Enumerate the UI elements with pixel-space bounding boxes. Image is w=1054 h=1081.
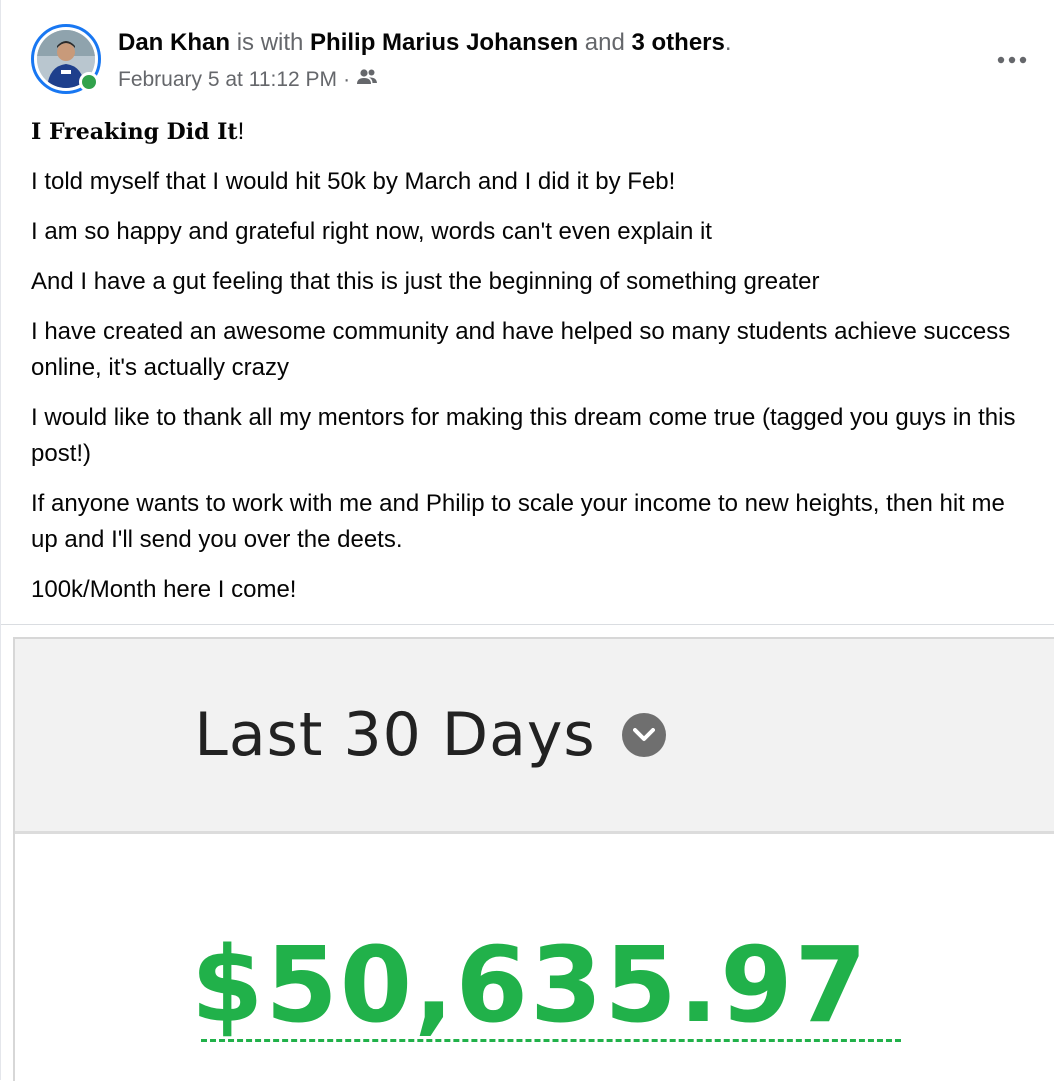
post-line-6: If anyone wants to work with me and Phil… bbox=[31, 490, 1005, 553]
others-link[interactable]: 3 others bbox=[632, 29, 725, 56]
post-photo[interactable]: Last 30 Days $50,635.97 bbox=[1, 624, 1054, 1081]
earnings-amount: $50,635.97 bbox=[191, 924, 869, 1046]
post-line-1: I told myself that I would hit 50k by Ma… bbox=[31, 168, 676, 195]
more-options-button[interactable] bbox=[992, 40, 1032, 80]
tagged-person-link[interactable]: Philip Marius Johansen bbox=[310, 29, 578, 56]
post-timestamp-link[interactable]: February 5 at 11:12 PM bbox=[118, 66, 337, 94]
earnings-screenshot: Last 30 Days $50,635.97 bbox=[13, 637, 1054, 1081]
post-line-5: I would like to thank all my mentors for… bbox=[31, 404, 1016, 467]
post-line-2: I am so happy and grateful right now, wo… bbox=[31, 218, 712, 245]
friends-icon-graphic bbox=[357, 69, 378, 84]
post-line-3: And I have a gut feeling that this is ju… bbox=[31, 268, 820, 295]
online-status-indicator bbox=[79, 72, 99, 92]
with-text: is with bbox=[236, 29, 304, 56]
meta-separator: · bbox=[343, 68, 351, 91]
amount-dashed-underline bbox=[201, 1039, 901, 1042]
post-author-line: Dan Khan is with Philip Marius Johansen … bbox=[118, 28, 732, 58]
chevron-down-icon bbox=[621, 713, 666, 757]
post-line-7: 100k/Month here I come! bbox=[31, 576, 297, 603]
headline-punct: ! bbox=[237, 118, 245, 145]
post-meta: February 5 at 11:12 PM · bbox=[118, 66, 378, 94]
and-text: and bbox=[584, 29, 625, 56]
more-options-icon bbox=[997, 56, 1027, 64]
chevron-down-graphic bbox=[632, 728, 655, 741]
date-range-header: Last 30 Days bbox=[15, 639, 1054, 834]
post-card: Dan Khan is with Philip Marius Johansen … bbox=[0, 0, 1054, 1081]
date-range-label: Last 30 Days bbox=[194, 700, 596, 770]
author-name-link[interactable]: Dan Khan bbox=[118, 29, 230, 56]
period-text: . bbox=[724, 29, 732, 56]
friends-icon[interactable] bbox=[356, 66, 378, 94]
post-headline: I Freaking Did It! bbox=[31, 114, 1031, 150]
author-avatar[interactable] bbox=[31, 24, 101, 94]
post-message: I Freaking Did It! I told myself that I … bbox=[31, 114, 1031, 622]
headline-text: I Freaking Did It bbox=[31, 119, 238, 145]
post-line-4: I have created an awesome community and … bbox=[31, 318, 1011, 381]
